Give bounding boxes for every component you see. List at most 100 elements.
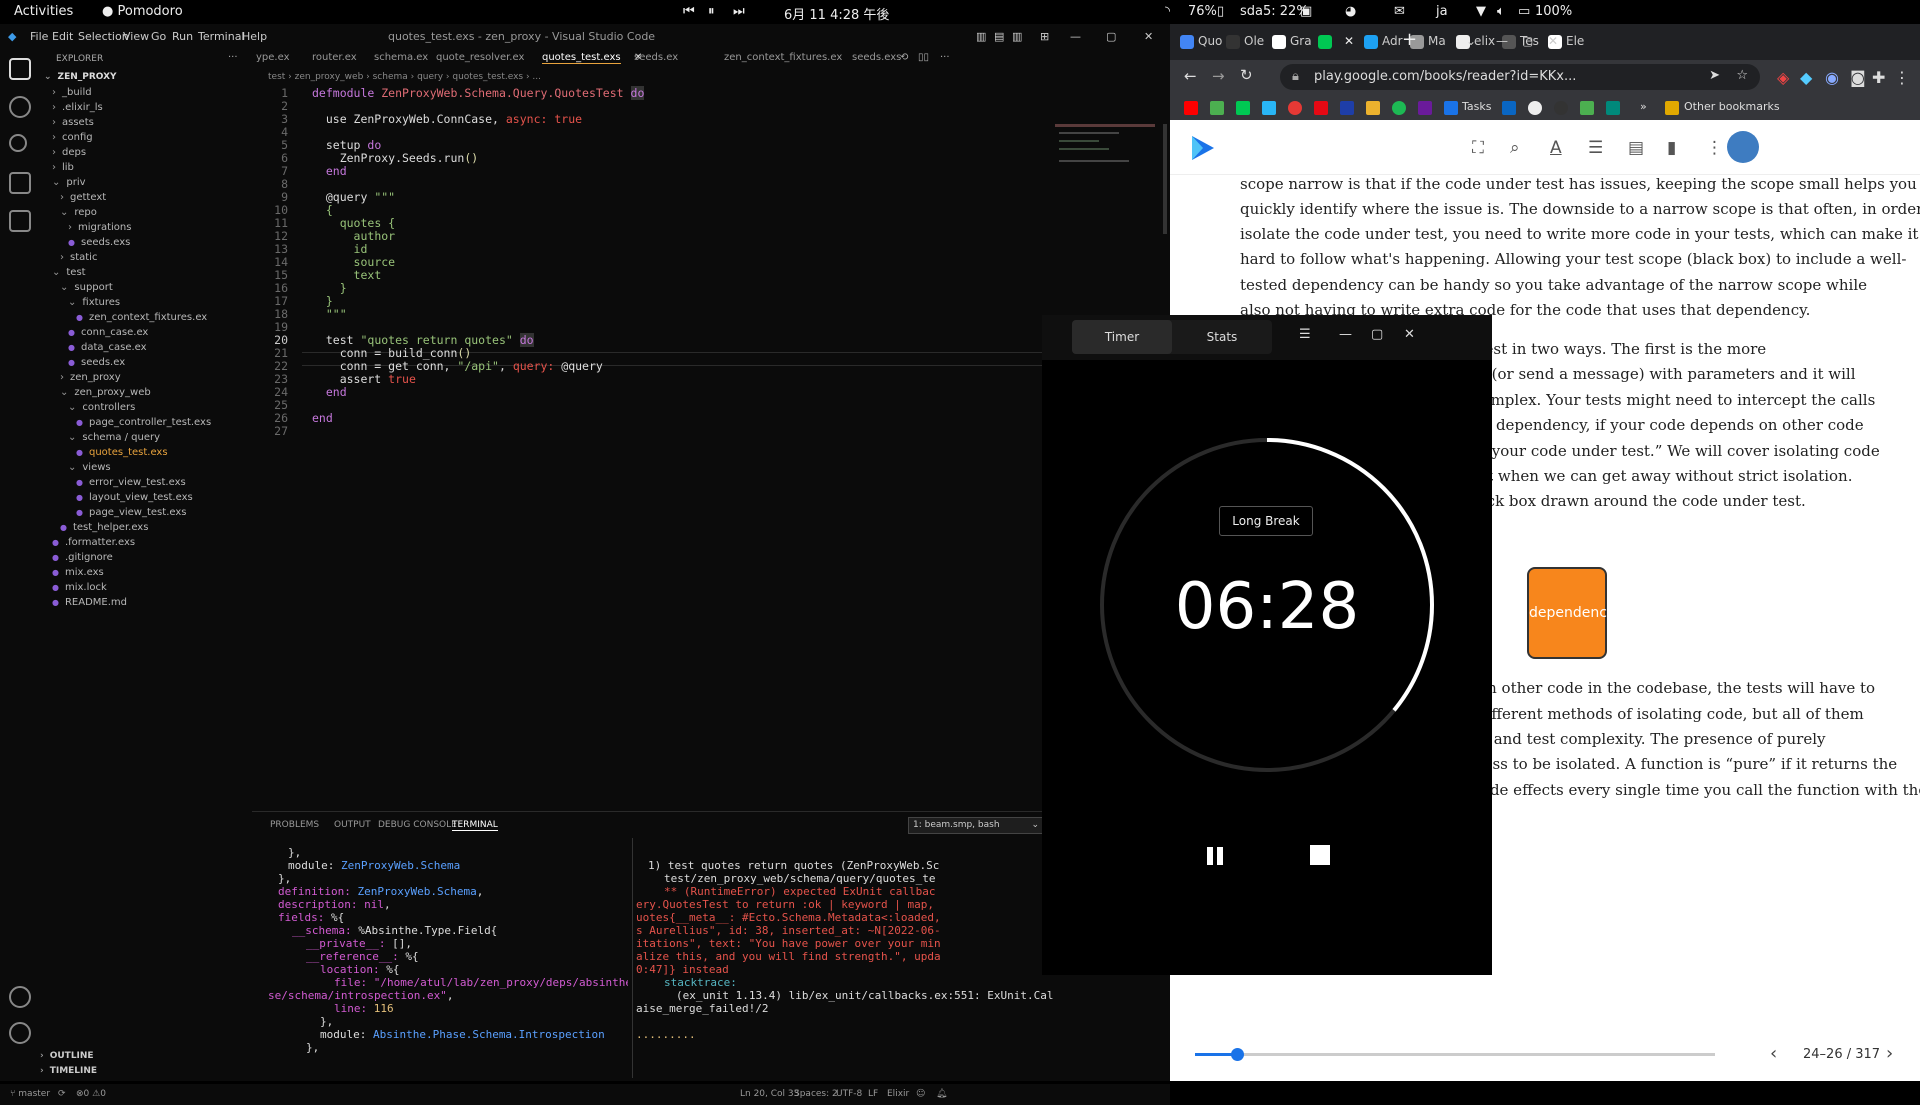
photos-bookmark-icon[interactable] — [1210, 101, 1224, 115]
editor-tab[interactable]: router.ex — [312, 52, 357, 63]
input-method[interactable]: ja — [1436, 4, 1448, 19]
close-icon[interactable]: ✕ — [1548, 34, 1558, 48]
maximize-icon[interactable]: ▢ — [1106, 30, 1116, 43]
media-pause-icon[interactable]: ⏸ — [708, 4, 715, 19]
menu-selection[interactable]: Selection — [78, 30, 129, 43]
tab-stats[interactable]: Stats — [1172, 330, 1272, 344]
editor-tab[interactable]: quote_resolver.ex — [436, 52, 524, 63]
minimize-icon[interactable]: — — [1070, 30, 1081, 43]
file-item[interactable]: README.md — [52, 597, 127, 608]
sync-icon[interactable]: ⟳ — [58, 1089, 66, 1099]
minimize-icon[interactable]: — — [1496, 34, 1508, 48]
more-icon[interactable]: ⋮ — [1894, 68, 1910, 87]
run-debug-icon[interactable] — [9, 172, 31, 194]
file-item[interactable]: page_view_test.exs — [76, 507, 187, 518]
play-books-logo-icon[interactable] — [1190, 134, 1216, 162]
tab-terminal[interactable]: TERMINAL — [452, 820, 498, 831]
file-item[interactable]: seeds.ex — [68, 357, 125, 368]
browser-tab[interactable] — [1318, 34, 1336, 49]
folder-item[interactable]: fixtures — [68, 297, 120, 308]
clock[interactable]: 6月 11 4:28 午後 — [784, 4, 889, 23]
indentation[interactable]: Spaces: 2 — [794, 1089, 838, 1099]
github-bookmark-icon[interactable] — [1554, 101, 1568, 115]
browser-tab[interactable]: Gra — [1272, 34, 1312, 49]
bookmark-icon[interactable] — [1262, 101, 1276, 115]
editor-tab[interactable]: quotes_test.exs — [542, 52, 621, 64]
file-item[interactable]: quotes_test.exs — [76, 447, 168, 458]
youtube-bookmark-icon[interactable] — [1184, 101, 1198, 115]
avatar[interactable] — [1727, 131, 1759, 163]
editor-tab[interactable]: seeds.exs — [852, 52, 901, 63]
search-icon[interactable] — [9, 96, 31, 118]
folder-item[interactable]: repo — [60, 207, 97, 218]
folder-item[interactable]: controllers — [68, 402, 135, 413]
notifications-icon[interactable]: 🔔︎ — [936, 1089, 947, 1099]
tab-output[interactable]: OUTPUT — [334, 820, 371, 830]
camera-icon[interactable]: ◙ — [1850, 68, 1866, 87]
folder-item[interactable]: lib — [52, 162, 74, 173]
folder-item[interactable]: schema / query — [68, 432, 160, 443]
extensions-icon[interactable] — [9, 210, 31, 232]
encoding[interactable]: UTF-8 — [836, 1089, 862, 1099]
maximize-icon[interactable]: ▢ — [1522, 34, 1533, 48]
puzzle-icon[interactable]: ✚ — [1872, 68, 1885, 87]
feedback-icon[interactable]: ☺ — [916, 1089, 925, 1099]
close-tab-icon[interactable]: ✕ — [1344, 34, 1354, 48]
file-item[interactable]: error_view_test.exs — [76, 477, 186, 488]
tab-timer[interactable]: Timer — [1072, 320, 1172, 354]
code-editor[interactable]: 1 2 3 4 5 6 7 8 9 10 11 12 13 14 15 16 17 18 19 20 21 22 23 24 2… — [252, 86, 1042, 786]
folder-item[interactable]: gettext — [60, 192, 106, 203]
terminal-left[interactable]: }, module: ZenProxyWeb.Schema }, definit… — [268, 838, 628, 1078]
more-actions-icon[interactable]: ··· — [228, 52, 238, 63]
tab-debug-console[interactable]: DEBUG CONSOLE — [378, 820, 457, 830]
wifi-icon[interactable]: ▼ — [1476, 4, 1486, 19]
tab-search-icon[interactable]: ⌄ — [1466, 34, 1476, 48]
back-icon[interactable]: ← — [1184, 67, 1197, 85]
split-editor-icon[interactable]: ▯▯ — [918, 52, 929, 63]
reload-icon[interactable]: ↻ — [1240, 66, 1253, 84]
tasks-bookmark-icon[interactable] — [1444, 101, 1458, 115]
file-item[interactable]: mix.exs — [52, 567, 104, 578]
other-bookmarks[interactable]: Other bookmarks — [1684, 100, 1780, 113]
media-next-icon[interactable]: ⏭ — [733, 4, 745, 19]
forward-icon[interactable]: → — [1212, 67, 1225, 85]
more-actions-icon[interactable]: ··· — [940, 52, 950, 63]
file-item[interactable]: mix.lock — [52, 582, 107, 593]
tray-icon[interactable]: ◕ — [1345, 4, 1356, 19]
history-icon[interactable]: ⟲ — [900, 52, 908, 63]
activities-button[interactable]: Activities — [14, 4, 73, 19]
maximize-icon[interactable]: ▢ — [1371, 327, 1383, 342]
terminal-split-divider[interactable] — [632, 838, 633, 1078]
menu-edit[interactable]: Edit — [52, 30, 73, 43]
folder-item[interactable]: deps — [52, 147, 86, 158]
line-ending[interactable]: LF — [868, 1089, 878, 1099]
folder-item[interactable]: test — [52, 267, 85, 278]
settings-gear-icon[interactable] — [9, 1022, 31, 1044]
menu-view[interactable]: View — [123, 30, 149, 43]
bookmark-icon[interactable] — [1288, 101, 1302, 115]
folder-item[interactable]: ZEN_PROXY — [44, 72, 117, 82]
language-mode[interactable]: Elixir — [887, 1089, 909, 1099]
extension-icon[interactable]: ◉ — [1825, 68, 1839, 87]
page-slider[interactable] — [1195, 1048, 1715, 1061]
explorer-icon[interactable] — [9, 58, 31, 80]
battery-icon[interactable]: ▭ — [1518, 4, 1530, 19]
close-icon[interactable]: ✕ — [1404, 327, 1415, 342]
menu-terminal[interactable]: Terminal — [198, 30, 245, 43]
pocket-icon[interactable]: ◈ — [1777, 68, 1789, 87]
minimap[interactable] — [1055, 124, 1167, 234]
tasks-bookmark[interactable]: Tasks — [1462, 100, 1491, 113]
folder-item[interactable]: zen_proxy — [60, 372, 121, 383]
file-item[interactable]: page_controller_test.exs — [76, 417, 211, 428]
terminal-select[interactable]: 1: beam.smp, bash ⌄ — [908, 817, 1044, 834]
menu-help[interactable]: Help — [242, 30, 267, 43]
bookmark-star-icon[interactable]: ☆ — [1736, 68, 1748, 83]
folder-item[interactable]: views — [68, 462, 110, 473]
menu-icon[interactable]: ☰ — [1299, 327, 1311, 342]
browser-tab[interactable]: Adr — [1364, 34, 1403, 49]
folder-item[interactable]: .elixir_ls — [52, 102, 103, 113]
folder-item[interactable]: priv — [52, 177, 85, 188]
tab-problems[interactable]: PROBLEMS — [270, 820, 319, 830]
folder-item[interactable]: config — [52, 132, 93, 143]
text-format-icon[interactable]: A — [1550, 138, 1562, 158]
